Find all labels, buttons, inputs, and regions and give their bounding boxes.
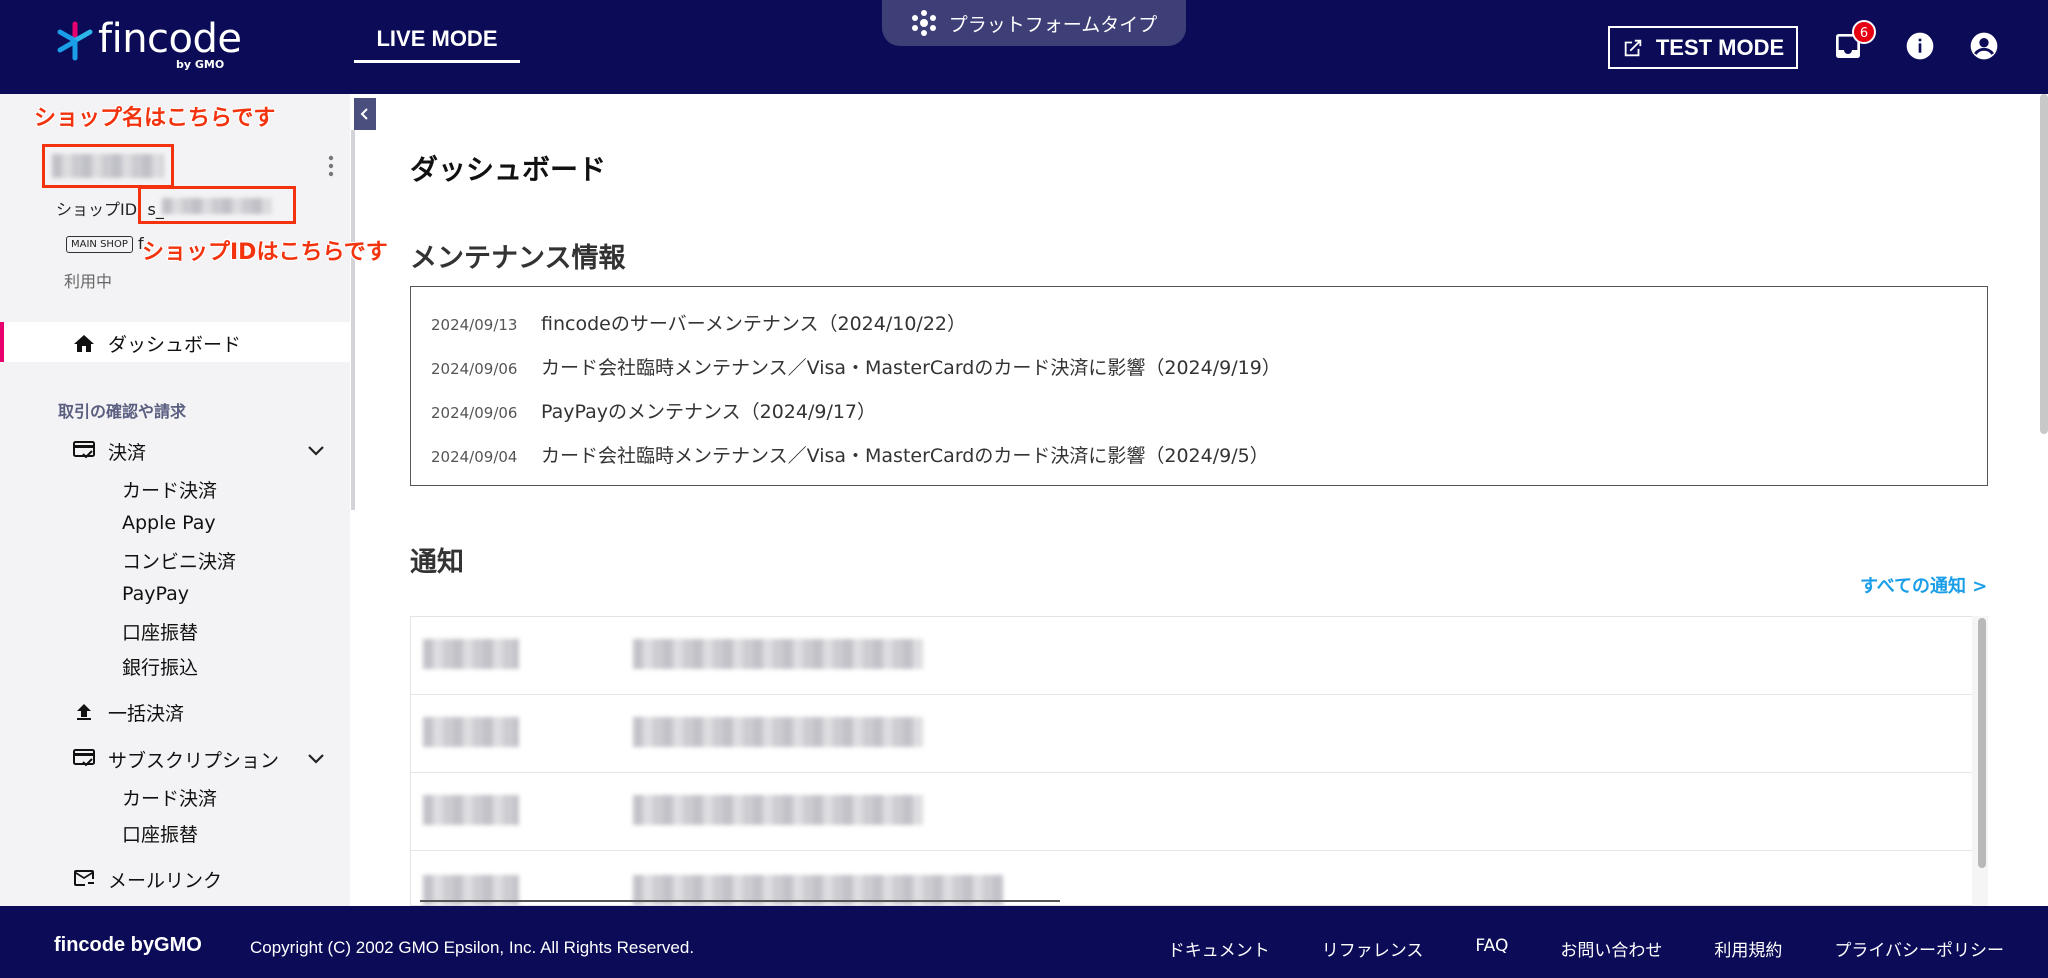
sidebar-label-dashboard[interactable]: ダッシュボード: [108, 330, 241, 357]
maintenance-text[interactable]: カード会社臨時メンテナンス／Visa・MasterCardのカード決済に影響（2…: [541, 441, 1269, 468]
list-item[interactable]: [411, 695, 1977, 773]
maintenance-item[interactable]: 2024/09/13 fincodeのサーバーメンテナンス（2024/10/22…: [431, 309, 966, 336]
sidebar-sub-subscription-transfer[interactable]: 口座振替: [122, 820, 198, 847]
platform-type-label: プラットフォームタイプ: [948, 13, 1158, 36]
payment-icon: [73, 441, 95, 459]
maintenance-text[interactable]: PayPayのメンテナンス（2024/9/17）: [541, 397, 876, 424]
annotation-shop-name: ショップ名はこちらです: [34, 106, 276, 131]
all-notifications-link[interactable]: すべての通知 >: [1860, 572, 1987, 598]
fincode-logo[interactable]: fincode by GMO: [54, 16, 254, 74]
fincode-logo-mark-icon: [57, 21, 93, 61]
notification-scrollbar-thumb[interactable]: [1978, 618, 1986, 868]
sidebar-sub-apple-pay[interactable]: Apple Pay: [122, 512, 216, 534]
notification-list: [410, 616, 1977, 906]
test-mode-label: TEST MODE: [1655, 34, 1785, 60]
notification-date-blurred: [423, 639, 519, 669]
notification-count-badge: 6: [1852, 20, 1876, 44]
main-scrollbar[interactable]: [2040, 94, 2048, 434]
list-item[interactable]: [411, 617, 1977, 695]
platform-type-pill[interactable]: プラットフォームタイプ: [882, 0, 1186, 46]
maintenance-date: 2024/09/04: [431, 448, 518, 466]
sidebar-sub-account-transfer[interactable]: 口座振替: [122, 618, 198, 645]
info-icon[interactable]: [1904, 30, 1936, 62]
shop-id-blurred: [162, 198, 272, 214]
sidebar-sub-card-payment[interactable]: カード決済: [122, 476, 217, 503]
notification-text-blurred: [633, 795, 923, 825]
chevron-down-icon[interactable]: [304, 438, 328, 462]
active-indicator: [0, 322, 4, 362]
sidebar-item-bulk-payment[interactable]: 一括決済: [108, 699, 184, 726]
kebab-menu-icon[interactable]: [328, 154, 334, 178]
chevron-down-icon[interactable]: [304, 746, 328, 770]
footer-link-faq[interactable]: FAQ: [1475, 936, 1508, 961]
maintenance-date: 2024/09/06: [431, 404, 518, 422]
maintenance-item[interactable]: 2024/09/06 カード会社臨時メンテナンス／Visa・MasterCard…: [431, 353, 1281, 380]
tab-live-mode[interactable]: LIVE MODE: [354, 26, 520, 62]
maintenance-date: 2024/09/06: [431, 360, 518, 378]
page-title: ダッシュボード: [410, 153, 607, 186]
notification-text-blurred: [633, 639, 923, 669]
footer-brand: fincode byGMO: [54, 934, 202, 956]
upload-icon: [77, 704, 91, 720]
sidebar-item-payments[interactable]: 決済: [108, 438, 146, 465]
sidebar-sub-bank-transfer[interactable]: 銀行振込: [122, 653, 198, 680]
list-item[interactable]: [411, 773, 1977, 851]
maintenance-item[interactable]: 2024/09/06 PayPayのメンテナンス（2024/9/17）: [431, 397, 876, 424]
sidebar-sub-subscription-card[interactable]: カード決済: [122, 784, 217, 811]
sidebar-item-subscription[interactable]: サブスクリプション: [108, 746, 279, 773]
account-icon[interactable]: [1968, 30, 2000, 62]
footer-link-terms[interactable]: 利用規約: [1714, 936, 1782, 961]
notification-date-blurred: [423, 795, 519, 825]
sidebar-collapse-button[interactable]: [354, 98, 376, 130]
footer-copyright: Copyright (C) 2002 GMO Epsilon, Inc. All…: [250, 938, 695, 957]
maintenance-title: メンテナンス情報: [410, 243, 626, 274]
test-mode-button[interactable]: TEST MODE: [1608, 26, 1798, 69]
notifications-title: 通知: [410, 547, 464, 578]
footer-link-contact[interactable]: お問い合わせ: [1560, 936, 1662, 961]
sidebar-section-transactions: 取引の確認や請求: [58, 402, 187, 421]
annotation-shop-id: ショップIDはこちらです: [142, 240, 388, 265]
maintenance-text[interactable]: fincodeのサーバーメンテナンス（2024/10/22）: [541, 309, 966, 336]
sidebar-scrollbar[interactable]: [351, 130, 355, 510]
maintenance-date: 2024/09/13: [431, 316, 518, 334]
logo-sub: by GMO: [176, 58, 225, 71]
logo-text: fincode: [98, 16, 242, 62]
footer-link-reference[interactable]: リファレンス: [1322, 936, 1424, 961]
maintenance-item[interactable]: 2024/09/04 カード会社臨時メンテナンス／Visa・MasterCard…: [431, 441, 1269, 468]
notification-divider: [420, 900, 1060, 902]
tab-active-underline: [354, 60, 520, 63]
platform-icon: [911, 10, 936, 36]
external-link-icon: [1624, 39, 1642, 56]
notification-text-blurred: [633, 717, 923, 747]
home-icon: [74, 335, 94, 352]
maintenance-text[interactable]: カード会社臨時メンテナンス／Visa・MasterCardのカード決済に影響（2…: [541, 353, 1281, 380]
shop-name-blurred: [52, 154, 164, 178]
shop-status: 利用中: [64, 272, 113, 291]
main-shop-tag: MAIN SHOP: [66, 236, 133, 253]
footer-links: ドキュメント リファレンス FAQ お問い合わせ 利用規約 プライバシーポリシー: [1168, 936, 2004, 961]
sidebar-item-mail-link[interactable]: メールリンク: [108, 866, 222, 893]
maintenance-list: 2024/09/13 fincodeのサーバーメンテナンス（2024/10/22…: [410, 286, 1988, 486]
sidebar-sub-paypay[interactable]: PayPay: [122, 583, 189, 605]
top-header: fincode by GMO LIVE MODE プラットフォームタイプ TES…: [0, 0, 2048, 94]
chevron-left-icon: [360, 108, 368, 120]
footer-link-documents[interactable]: ドキュメント: [1168, 936, 1270, 961]
notification-date-blurred: [423, 717, 519, 747]
footer: fincode byGMO Copyright (C) 2002 GMO Eps…: [0, 906, 2048, 978]
footer-link-privacy[interactable]: プライバシーポリシー: [1834, 936, 2004, 961]
sidebar-sub-convenience-store[interactable]: コンビニ決済: [122, 547, 236, 574]
subscription-icon: [73, 749, 95, 767]
mail-link-icon: [74, 870, 94, 886]
